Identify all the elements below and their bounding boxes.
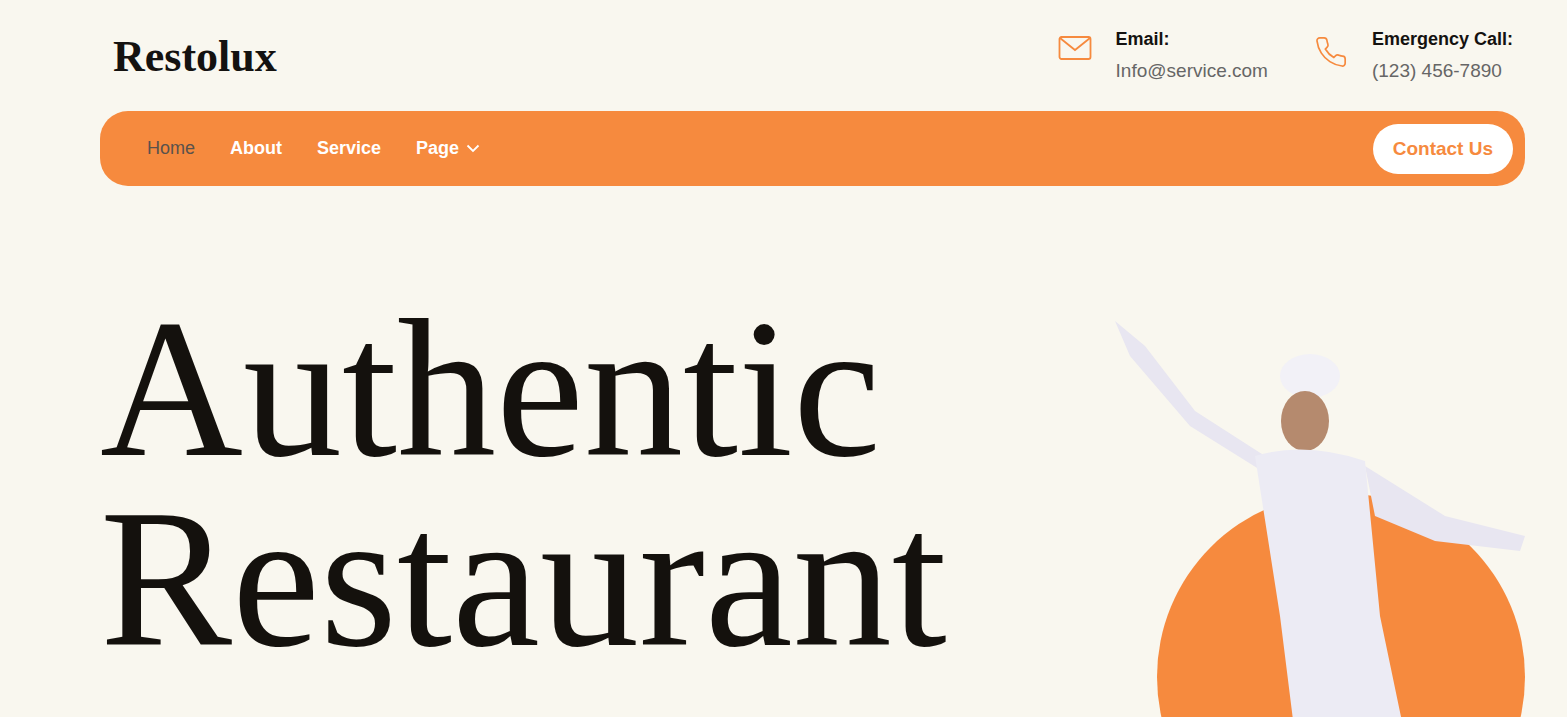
contact-value[interactable]: (123) 456-7890 xyxy=(1372,60,1513,82)
phone-icon xyxy=(1314,35,1348,69)
hero-title: AuthenticRestaurant xyxy=(100,186,947,717)
page: Restolux Email: Info@service.com Emergency … xyxy=(0,0,1567,717)
contact-text: Emergency Call: (123) 456-7890 xyxy=(1372,29,1513,82)
navbar: Home About Service Page Contact Us xyxy=(100,111,1525,186)
contact-item: Email: Info@service.com xyxy=(1058,29,1268,82)
contact-us-button[interactable]: Contact Us xyxy=(1373,124,1513,174)
chef-photo xyxy=(1105,316,1545,717)
chevron-down-icon xyxy=(466,144,480,153)
hero-title-line: Restaurant xyxy=(100,484,947,674)
contact-value[interactable]: Info@service.com xyxy=(1116,60,1268,82)
contact-item: Emergency Call: (123) 456-7890 xyxy=(1314,29,1513,82)
header: Restolux Email: Info@service.com Emergency … xyxy=(100,0,1525,111)
nav-item[interactable]: Service xyxy=(317,138,381,159)
nav-item[interactable]: Page xyxy=(416,138,480,159)
hero: AuthenticRestaurant xyxy=(100,186,1525,717)
nav-item[interactable]: About xyxy=(230,138,282,159)
hero-title-line: Authentic xyxy=(100,294,947,484)
hero-visual xyxy=(947,186,1525,717)
envelope-icon xyxy=(1058,35,1092,61)
nav-menu: Home About Service Page xyxy=(147,138,480,159)
logo[interactable]: Restolux xyxy=(113,29,277,82)
nav-item[interactable]: Home xyxy=(147,138,195,159)
contact-label: Emergency Call: xyxy=(1372,29,1513,50)
contact-info: Email: Info@service.com Emergency Call: (12… xyxy=(1058,29,1513,82)
contact-text: Email: Info@service.com xyxy=(1116,29,1268,82)
contact-label: Email: xyxy=(1116,29,1268,50)
